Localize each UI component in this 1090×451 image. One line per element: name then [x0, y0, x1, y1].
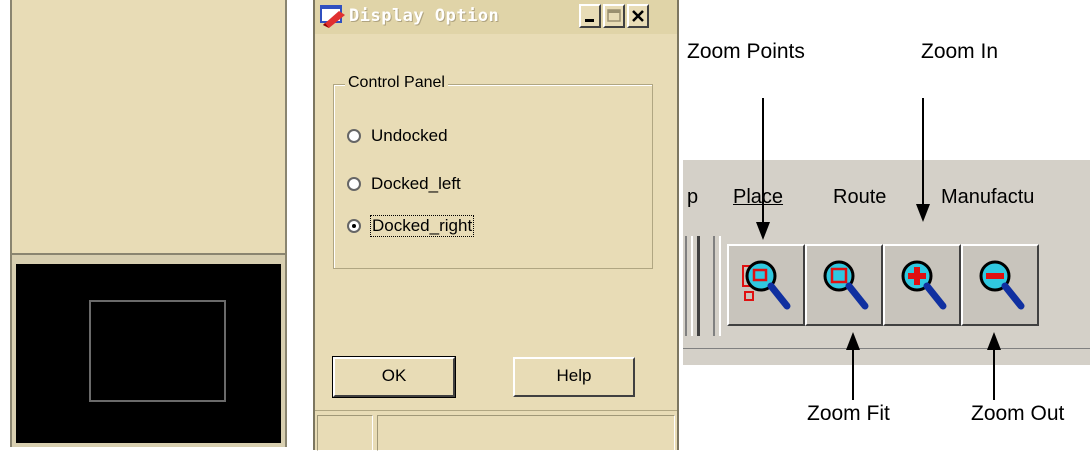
radio-button[interactable]	[347, 177, 361, 191]
control-panel	[0, 0, 290, 450]
app-window-icon	[319, 3, 347, 29]
help-button[interactable]: Help	[513, 357, 635, 397]
control-panel-upper	[12, 0, 285, 255]
status-cell	[377, 415, 675, 451]
callout-arrows	[756, 98, 1001, 400]
dialog-statusbar	[315, 410, 677, 451]
dialog-title: Display Option	[349, 6, 500, 26]
status-cell	[317, 415, 373, 451]
control-panel-lower	[12, 260, 285, 447]
control-panel-frame	[10, 0, 287, 447]
radio-button[interactable]	[347, 129, 361, 143]
radio-button-selected[interactable]	[347, 219, 361, 233]
dialog-titlebar[interactable]: Display Option	[315, 0, 677, 34]
radio-label: Docked_left	[371, 174, 461, 193]
groupbox-label: Control Panel	[345, 74, 448, 92]
radio-label: Docked_right	[369, 215, 475, 237]
radio-docked-right[interactable]: Docked_right	[347, 214, 475, 238]
radio-label: Undocked	[371, 126, 448, 145]
toolbar-callout-figure: p Place Route Manufactu Zoom Points Zoom…	[683, 0, 1090, 450]
world-view-canvas[interactable]	[16, 264, 281, 443]
maximize-button[interactable]	[603, 4, 625, 28]
radio-docked-left[interactable]: Docked_left	[347, 172, 461, 196]
minimize-button[interactable]	[579, 4, 601, 28]
ok-button[interactable]: OK	[332, 356, 456, 398]
display-option-dialog: Display Option Control Panel Undocked Do…	[313, 0, 679, 451]
arrow-zoom-fit	[846, 332, 860, 400]
arrow-zoom-points	[756, 98, 770, 240]
view-window-rectangle[interactable]	[89, 300, 226, 402]
close-button[interactable]	[627, 4, 649, 28]
arrow-zoom-out	[987, 332, 1001, 400]
radio-undocked[interactable]: Undocked	[347, 124, 448, 148]
arrow-zoom-in	[916, 98, 930, 222]
